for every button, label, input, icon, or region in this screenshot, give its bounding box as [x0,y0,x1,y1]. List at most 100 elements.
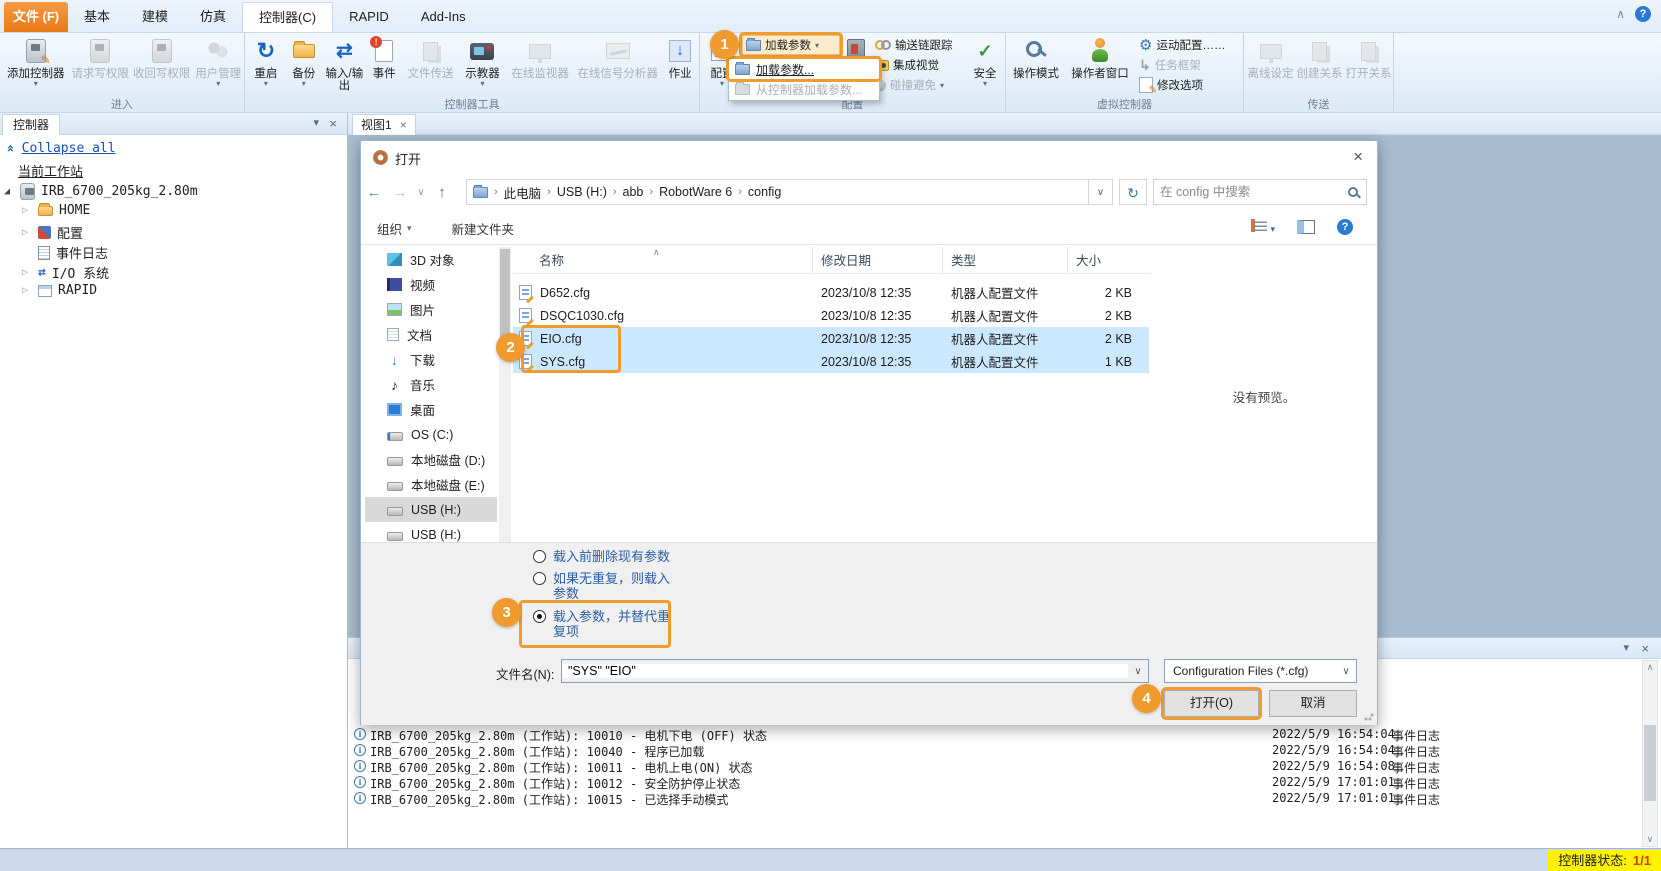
scrollbar-thumb[interactable] [1644,725,1656,801]
cancel-button[interactable]: 取消 [1269,690,1357,717]
tab-addins[interactable]: Add-Ins [405,2,482,32]
tab-modeling[interactable]: 建模 [126,2,184,32]
panel-pin-icon[interactable]: ▾ [313,117,319,130]
load-parameters-button[interactable]: 加载参数 ▾ [742,35,840,55]
task-frame-button[interactable]: ↳ 任务框架 [1136,55,1242,75]
nav-documents[interactable]: 文档 [365,322,497,347]
nav-scrollbar[interactable] [499,247,511,542]
request-write-access-button[interactable]: 请求写权限 [69,33,130,99]
menu-item-load-parameters-from-controller[interactable]: 从控制器加载参数... [729,79,879,99]
user-management-button[interactable]: 用户管理 ▾ [192,33,244,99]
filename-dropdown-icon[interactable]: ∨ [1128,666,1148,677]
file-menu-button[interactable]: 文件 (F) [4,2,68,32]
nav-os-c[interactable]: OS (C:) [365,422,497,447]
file-row-eio[interactable]: EIO.cfg 2023/10/8 12:35 机器人配置文件 2 KB [513,327,1149,350]
open-relation-button[interactable]: 打开关系 [1344,33,1393,99]
tree-node-controller[interactable]: ◢ IRB_6700_205kg_2.80m [4,183,198,200]
scroll-down-icon[interactable]: ∨ [1643,833,1657,846]
search-input[interactable] [1160,185,1347,199]
radio-delete-existing[interactable]: 载入前删除现有参数 [533,549,753,564]
jobs-button[interactable]: ↓ 作业 [661,33,699,99]
collapsed-icon[interactable]: ▷ [22,267,32,278]
log-row[interactable]: i IRB_6700_205kg_2.80m (工作站): 10010 - 电机… [348,726,1661,742]
resize-grip[interactable] [1364,711,1374,721]
up-button[interactable]: ↑ [429,184,455,201]
controller-panel-tab[interactable]: 控制器 [2,114,60,135]
current-station-link[interactable]: 当前工作站 [18,161,83,180]
nav-desktop[interactable]: 桌面 [365,397,497,422]
tree-node-home[interactable]: ▷ HOME [22,203,90,218]
signal-analyzer-button[interactable]: 在线信号分析器 [574,33,661,99]
online-monitor-button[interactable]: 在线监视器 [506,33,574,99]
file-row-d652[interactable]: D652.cfg 2023/10/8 12:35 机器人配置文件 2 KB [513,281,1149,304]
add-controller-button[interactable]: 添加控制器 ▾ [2,33,69,99]
breadcrumb-dropdown-icon[interactable]: ∨ [1089,179,1113,205]
radio-icon[interactable] [533,550,546,563]
backup-button[interactable]: 备份 ▾ [285,33,323,99]
forward-button[interactable]: → [387,184,413,201]
help-icon[interactable]: ? [1635,6,1651,22]
radio-selected-icon[interactable] [533,610,546,623]
output-close-icon[interactable]: × [1641,642,1649,655]
view1-tab-close-icon[interactable]: × [400,115,407,135]
breadcrumb[interactable]: › 此电脑 › USB (H:) › abb › RobotWare 6 › c… [466,179,1089,205]
tree-node-configuration[interactable]: ▷ 配置 [22,223,83,242]
conveyor-tracking-button[interactable]: 输送链跟踪 [872,35,966,55]
operating-mode-button[interactable]: 操作模式 [1008,33,1064,99]
dialog-help-icon[interactable]: ? [1337,219,1353,235]
nav-3d-objects[interactable]: 3D 对象 [365,247,497,272]
nav-videos[interactable]: 视频 [365,272,497,297]
recent-locations-icon[interactable]: ∨ [413,187,429,198]
breadcrumb-abb[interactable]: abb [623,185,644,199]
nav-music[interactable]: ♪音乐 [365,372,497,397]
nav-usb-h-2[interactable]: USB (H:) [365,522,497,542]
view-mode-button[interactable]: ▾ [1251,219,1275,235]
breadcrumb-usb-h[interactable]: USB (H:) [557,185,607,199]
tree-node-event-log[interactable]: 事件日志 [22,243,108,262]
output-pin-icon[interactable]: ▾ [1623,642,1629,655]
column-size[interactable]: 大小 [1068,247,1148,273]
organize-button[interactable]: 组织 ▾ [377,219,412,238]
nav-disk-e[interactable]: 本地磁盘 (E:) [365,472,497,497]
collapsed-icon[interactable]: ▷ [22,227,32,238]
breadcrumb-robotware6[interactable]: RobotWare 6 [659,185,732,199]
collapsed-icon[interactable]: ▷ [22,285,32,296]
motion-configuration-button[interactable]: ⚙ 运动配置…… [1136,35,1242,55]
filename-input[interactable] [562,664,1128,678]
log-row[interactable]: i IRB_6700_205kg_2.80m (工作站): 10012 - 安全… [348,774,1661,790]
tab-basic[interactable]: 基本 [68,2,126,32]
collapsed-icon[interactable]: ▷ [22,205,32,216]
view1-tab[interactable]: 视图1 × [352,114,416,135]
collision-avoidance-button[interactable]: 碰撞避免 ▾ [872,75,966,95]
offline-setup-button[interactable]: 离线设定 [1246,33,1295,99]
preview-pane-icon[interactable] [1297,220,1315,234]
file-transfer-button[interactable]: 文件传送 [402,33,459,99]
file-row-sys[interactable]: SYS.cfg 2023/10/8 12:35 机器人配置文件 1 KB [513,350,1149,373]
log-row[interactable]: i IRB_6700_205kg_2.80m (工作站): 10011 - 电机… [348,758,1661,774]
safety-button[interactable]: ✓ 安全 ▾ [966,33,1004,99]
nav-downloads[interactable]: ↓下载 [365,347,497,372]
menu-item-load-parameters[interactable]: 加载参数... [729,59,879,79]
flexpendant-button[interactable]: 示教器 ▾ [459,33,506,99]
open-button[interactable]: 打开(O) [1164,690,1259,717]
dialog-close-icon[interactable]: × [1353,147,1363,167]
output-scrollbar[interactable]: ∧ ∨ [1642,660,1658,847]
column-type[interactable]: 类型 [943,247,1068,273]
restart-button[interactable]: ↻ 重启 ▾ [247,33,285,99]
nav-pictures[interactable]: 图片 [365,297,497,322]
operator-window-button[interactable]: 操作者窗口 [1064,33,1136,99]
breadcrumb-config[interactable]: config [748,185,781,199]
breadcrumb-this-pc[interactable]: 此电脑 [504,183,542,202]
scrollbar-thumb[interactable] [500,249,510,337]
refresh-button[interactable]: ↻ [1119,179,1147,205]
inputs-outputs-button[interactable]: ⇄ 输入/输出 [323,33,367,99]
radio-icon[interactable] [533,572,546,585]
file-row-dsqc1030[interactable]: DSQC1030.cfg 2023/10/8 12:35 机器人配置文件 2 K… [513,304,1149,327]
integrated-vision-button[interactable]: 集成视觉 [872,55,966,75]
filetype-combobox[interactable]: Configuration Files (*.cfg) ∨ [1164,659,1357,683]
modify-options-button[interactable]: 修改选项 [1136,75,1242,95]
tree-node-io-system[interactable]: ▷ ⇄ I/O 系统 [22,263,109,282]
back-button[interactable]: ← [361,184,387,201]
create-relation-button[interactable]: 创建关系 [1295,33,1344,99]
minimize-ribbon-icon[interactable]: ∧ [1616,7,1625,21]
